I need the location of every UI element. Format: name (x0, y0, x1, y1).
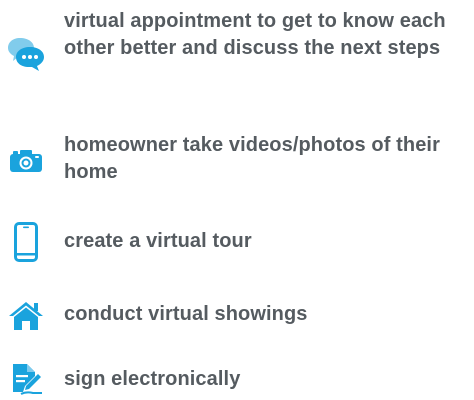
smartphone-icon (4, 222, 48, 262)
step-text: sign electronically (64, 368, 241, 390)
document-sign-icon (4, 362, 48, 396)
steps-list: virtual appointment to get to know each … (0, 0, 474, 400)
camera-icon (4, 148, 48, 174)
chat-bubbles-icon (4, 36, 48, 72)
step-text: create a virtual tour (64, 230, 252, 252)
house-icon (4, 300, 48, 332)
step-text: virtual appointment to get to know each … (64, 10, 446, 59)
step-text: homeowner take videos/photos of their ho… (64, 134, 440, 183)
step-text: conduct virtual showings (64, 303, 308, 325)
